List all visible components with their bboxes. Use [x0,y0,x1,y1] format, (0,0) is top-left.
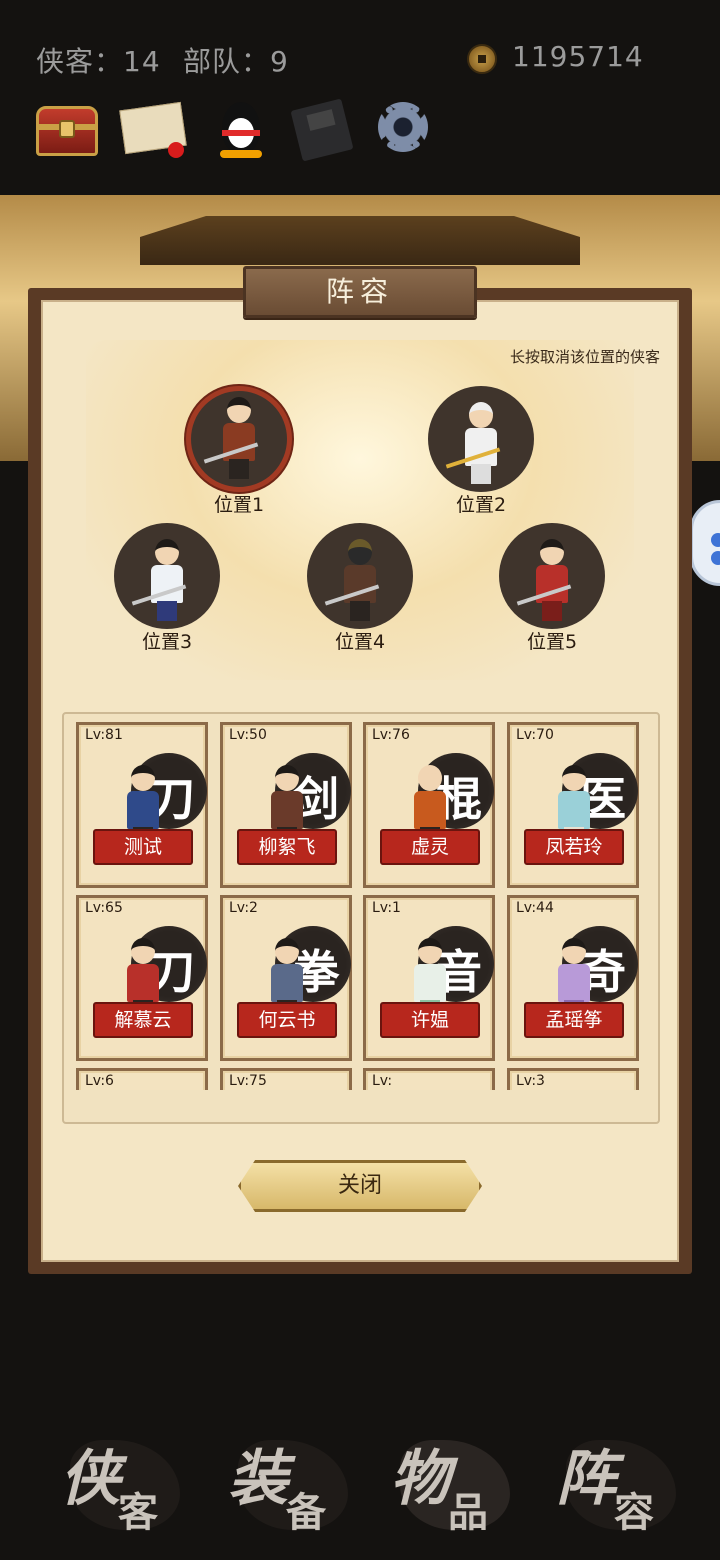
nav-formation-sublabel: 容 [614,1489,654,1536]
hero-level: Lv:3 [516,1073,545,1089]
nav-heroes[interactable]: 侠 客 [60,1420,190,1540]
gear-icon[interactable] [372,100,438,158]
hero-name: 凤若玲 [524,829,624,865]
slot-label-4: 位置4 [334,631,386,653]
hero-card[interactable]: Lv:81 刀 测试 [76,722,208,888]
dialog-title-plate: 阵容 [243,266,477,318]
mail-icon[interactable] [119,100,187,158]
slot-label-5: 位置5 [526,631,578,653]
hero-level: Lv:75 [229,1073,267,1089]
hero-level: Lv:65 [85,900,123,916]
treasure-chest-icon[interactable] [34,100,100,158]
hero-card[interactable]: Lv:65 刀 解慕云 [76,895,208,1061]
hero-card[interactable]: Lv:3 [507,1068,639,1090]
coin-icon [467,44,497,74]
hero-name: 解慕云 [93,1002,193,1038]
nav-heroes-label: 侠 [60,1444,120,1514]
qq-penguin-icon[interactable] [208,100,274,158]
formation-slot-3[interactable] [114,523,220,629]
close-button[interactable]: 关闭 [238,1160,482,1212]
hero-card[interactable]: Lv:70 医 凤若玲 [507,722,639,888]
nav-equipment-sublabel: 备 [286,1489,326,1536]
save-disk-icon[interactable] [290,98,358,162]
nav-heroes-sublabel: 客 [118,1489,158,1536]
top-bar: 侠客：14 部队：9 1195714 [0,0,720,195]
hero-level: Lv:2 [229,900,258,916]
nav-formation-label: 阵 [556,1444,616,1514]
hero-card[interactable]: Lv:2 拳 何云书 [220,895,352,1061]
formation-slot-2[interactable] [428,386,534,492]
nav-items-sublabel: 品 [448,1489,488,1536]
hero-name: 何云书 [237,1002,337,1038]
hero-card[interactable]: Lv:6 [76,1068,208,1090]
nav-items[interactable]: 物 品 [390,1420,520,1540]
nav-equipment[interactable]: 装 备 [228,1420,358,1540]
hero-card[interactable]: Lv:76 棍 虚灵 [363,722,495,888]
hero-level: Lv:1 [372,900,401,916]
hero-name: 许媪 [380,1002,480,1038]
close-button-label: 关闭 [337,1173,382,1198]
formation-slot-5[interactable] [499,523,605,629]
hero-level: Lv:44 [516,900,554,916]
hero-level: Lv:6 [85,1073,114,1089]
hero-level: Lv:50 [229,727,267,743]
money-amount: 1195714 [512,40,644,73]
nav-equipment-label: 装 [228,1444,288,1514]
hero-name: 虚灵 [380,829,480,865]
hero-card[interactable]: Lv:75 [220,1068,352,1090]
hero-card[interactable]: Lv:44 奇 孟瑶筝 [507,895,639,1061]
hero-roster-list[interactable]: Lv:81 刀 测试 Lv:50 剑 柳絮飞 Lv:76 棍 虚灵 Lv:70 … [76,722,646,1090]
hero-level: Lv:70 [516,727,554,743]
hero-name: 孟瑶筝 [524,1002,624,1038]
formation-slot-1[interactable] [186,386,292,492]
nav-formation[interactable]: 阵 容 [556,1420,686,1540]
troop-count: 部队：9 [183,45,289,78]
hero-level: Lv:81 [85,727,123,743]
hero-name: 测试 [93,829,193,865]
floating-assistant-button[interactable] [690,500,720,586]
nav-items-label: 物 [390,1444,450,1514]
bottom-nav: 侠 客 装 备 物 品 阵 容 [0,1420,720,1560]
hero-level: Lv:76 [372,727,410,743]
hero-card[interactable]: Lv:50 剑 柳絮飞 [220,722,352,888]
slot-label-3: 位置3 [141,631,193,653]
formation-slot-4[interactable] [307,523,413,629]
dialog-title: 阵容 [325,275,394,308]
slot-label-1: 位置1 [213,494,265,516]
hero-name: 柳絮飞 [237,829,337,865]
hero-card[interactable]: Lv: [363,1068,495,1090]
dialog-hint: 长按取消该位置的侠客 [509,348,660,366]
hero-card[interactable]: Lv:1 音 许媪 [363,895,495,1061]
hero-count: 侠客：14 [36,45,161,78]
slot-label-2: 位置2 [455,494,507,516]
hero-level: Lv: [372,1073,393,1089]
notification-dot [168,142,184,158]
